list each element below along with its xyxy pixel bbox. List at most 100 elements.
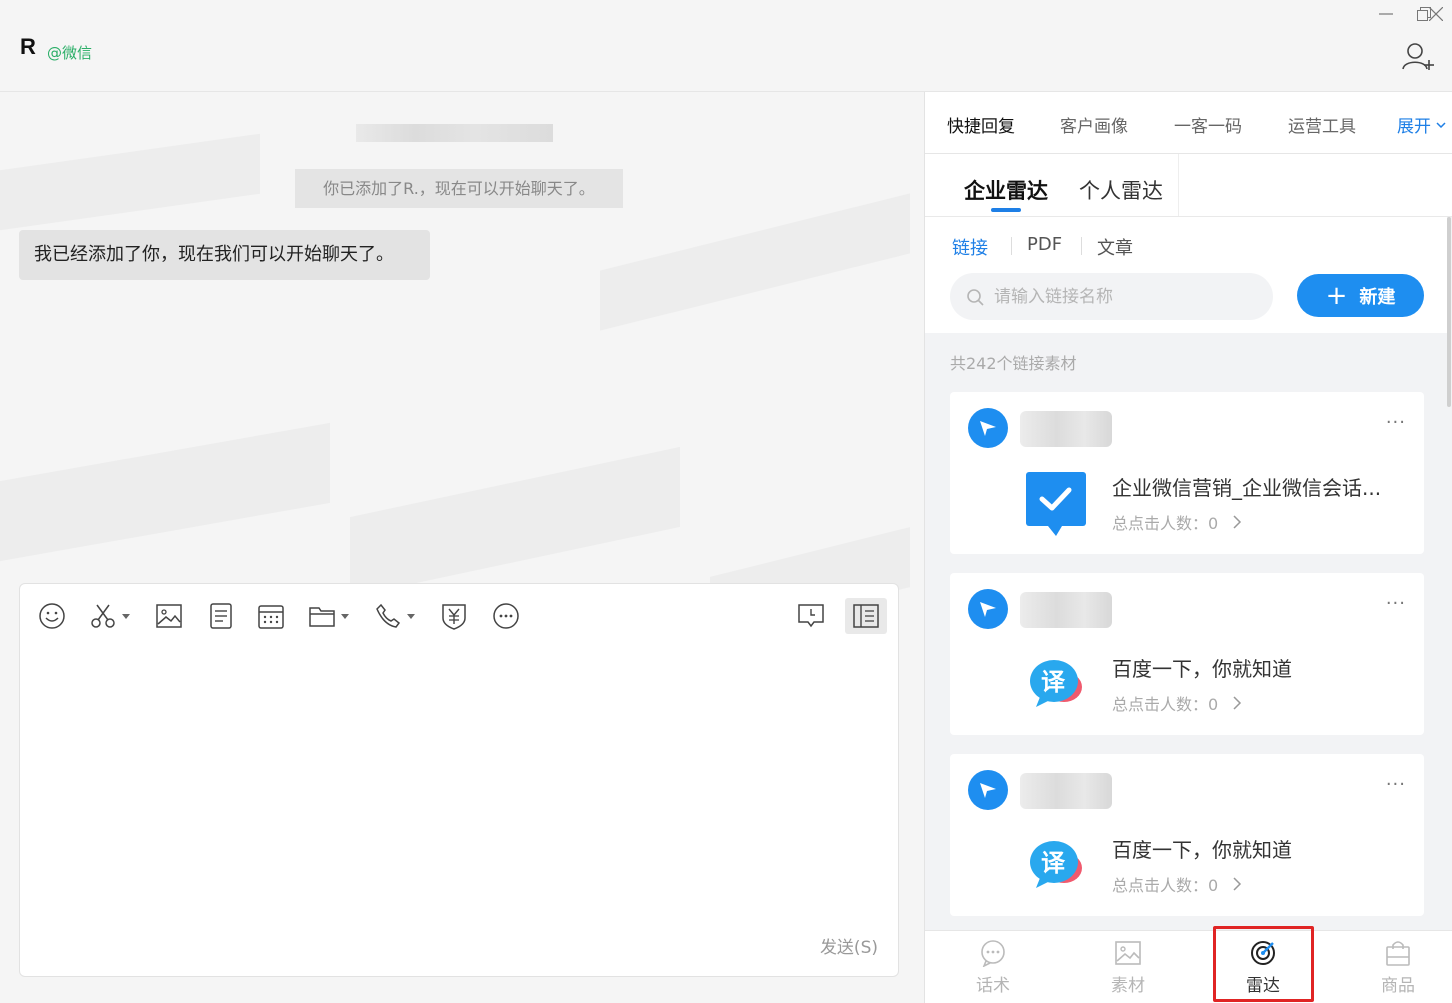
- bottom-nav: 话术 素材 雷达 商品: [925, 926, 1452, 1003]
- contact-source-tag: @微信: [47, 44, 93, 62]
- chat-dots-icon: [981, 940, 1005, 967]
- click-count[interactable]: 总点击人数：0: [1112, 691, 1244, 715]
- add-member-button[interactable]: [1400, 40, 1436, 74]
- click-count[interactable]: 总点击人数：0: [1112, 872, 1244, 896]
- top-tab-bar: 快捷回复 客户画像 一客一码 运营工具 展开: [925, 92, 1452, 154]
- timestamp: [356, 124, 553, 142]
- active-tab-indicator: [991, 208, 1021, 212]
- tab-one-customer-code[interactable]: 一客一码: [1174, 112, 1242, 137]
- share-button[interactable]: [968, 589, 1008, 629]
- send-button[interactable]: 发送(S): [820, 933, 878, 958]
- message-composer[interactable]: 发送(S): [19, 583, 899, 977]
- image-button[interactable]: [156, 598, 182, 634]
- image-icon: [156, 604, 182, 628]
- creator-name: [1020, 411, 1112, 447]
- file-button[interactable]: [309, 598, 349, 634]
- nav-label: 雷达: [1246, 976, 1280, 996]
- history-button[interactable]: [797, 598, 825, 634]
- radar-tab-bar: 企业雷达 个人雷达: [925, 154, 1452, 217]
- creator-name: [1020, 773, 1112, 809]
- tab-customer-profile[interactable]: 客户画像: [1060, 112, 1128, 137]
- blur-patch: [600, 193, 910, 331]
- tab-quick-reply[interactable]: 快捷回复: [947, 112, 1015, 137]
- more-icon: [493, 603, 519, 629]
- emoji-button[interactable]: [38, 598, 66, 634]
- nav-scripts[interactable]: 话术: [953, 939, 1033, 996]
- payment-button[interactable]: [441, 598, 467, 634]
- image-icon: [1115, 941, 1141, 965]
- sidebar-toggle-icon: [853, 604, 879, 628]
- more-options-icon[interactable]: ···: [1386, 412, 1406, 433]
- chevron-down-icon: [1436, 121, 1446, 128]
- message-bubble[interactable]: 我已经添加了你，现在我们可以开始聊天了。: [19, 230, 430, 280]
- screenshot-button[interactable]: [90, 598, 130, 634]
- radar-target-icon: [1251, 941, 1275, 965]
- emoji-icon: [39, 603, 65, 629]
- link-title[interactable]: 百度一下，你就知道: [1112, 653, 1402, 682]
- shopping-bag-icon: [1386, 941, 1410, 966]
- share-button[interactable]: [968, 770, 1008, 810]
- link-title[interactable]: 百度一下，你就知道: [1112, 834, 1402, 863]
- payment-shield-icon: [442, 604, 466, 630]
- nav-label: 商品: [1381, 976, 1415, 996]
- nav-products[interactable]: 商品: [1358, 939, 1438, 996]
- chevron-right-icon: [1233, 877, 1242, 891]
- link-search-box[interactable]: [950, 273, 1273, 320]
- close-button[interactable]: [1420, 0, 1452, 28]
- filter-article[interactable]: 文章: [1097, 234, 1133, 260]
- close-icon: [1429, 7, 1443, 21]
- calendar-button[interactable]: [258, 598, 284, 634]
- add-user-icon: [1402, 43, 1434, 70]
- tab-personal-radar[interactable]: 个人雷达: [1079, 175, 1163, 205]
- chevron-right-icon: [1233, 696, 1242, 710]
- link-card[interactable]: ··· 企业微信营销_企业微信会话... 总点击人数：0: [950, 392, 1424, 554]
- send-arrow-icon: [980, 783, 996, 798]
- search-input[interactable]: [994, 286, 1254, 307]
- wecom-check-icon: [1026, 472, 1086, 536]
- blur-patch: [350, 446, 680, 598]
- blur-patch: [0, 133, 260, 231]
- expand-button[interactable]: 展开: [1397, 112, 1447, 137]
- nav-radar[interactable]: 雷达: [1223, 939, 1303, 996]
- tab-operation-tools[interactable]: 运营工具: [1288, 112, 1356, 137]
- calendar-icon: [258, 605, 284, 629]
- share-button[interactable]: [968, 408, 1008, 448]
- translate-bubble-icon: 译: [1030, 660, 1082, 707]
- system-message: 你已添加了R.，现在可以开始聊天了。: [295, 169, 623, 208]
- filter-link[interactable]: 链接: [952, 234, 988, 260]
- chevron-down-icon: [122, 613, 130, 619]
- material-filter: 链接 PDF 文章 + 新建: [925, 217, 1447, 333]
- blur-patch: [0, 422, 330, 562]
- click-count-label: 总点击人数：0: [1112, 876, 1219, 895]
- chevron-down-icon: [407, 613, 415, 619]
- scrollbar[interactable]: [1447, 217, 1451, 407]
- filter-pdf[interactable]: PDF: [1027, 234, 1062, 255]
- chat-header: R @微信: [0, 0, 1452, 92]
- new-button-label: 新建: [1359, 286, 1396, 308]
- contact-name: R: [20, 34, 36, 59]
- more-tools-button[interactable]: [492, 598, 520, 634]
- divider: [1011, 237, 1012, 255]
- nav-materials[interactable]: 素材: [1088, 939, 1168, 996]
- document-button[interactable]: [209, 598, 233, 634]
- svg-text:译: 译: [1041, 668, 1066, 696]
- more-options-icon[interactable]: ···: [1386, 774, 1406, 795]
- chat-history-icon: [798, 604, 824, 628]
- call-button[interactable]: [375, 598, 415, 634]
- sidebar-toggle-button[interactable]: [845, 598, 887, 634]
- minimize-button[interactable]: [1366, 0, 1406, 28]
- link-card[interactable]: ··· 译 百度一下，你就知道 总点击人数：0: [950, 573, 1424, 735]
- nav-label: 话术: [976, 976, 1010, 996]
- tab-enterprise-radar[interactable]: 企业雷达: [964, 175, 1048, 205]
- more-options-icon[interactable]: ···: [1386, 593, 1406, 614]
- link-card[interactable]: ··· 译 百度一下，你就知道 总点击人数：0: [950, 754, 1424, 916]
- click-count-label: 总点击人数：0: [1112, 514, 1219, 533]
- link-title[interactable]: 企业微信营销_企业微信会话...: [1112, 472, 1402, 501]
- divider: [1081, 237, 1082, 255]
- chevron-down-icon: [341, 613, 349, 619]
- new-link-button[interactable]: + 新建: [1297, 274, 1424, 317]
- phone-icon: [376, 603, 401, 628]
- sidebar-panel: 快捷回复 客户画像 一客一码 运营工具 展开 企业雷达 个人雷达 链接 PDF …: [924, 92, 1452, 1003]
- document-icon: [210, 603, 232, 629]
- click-count[interactable]: 总点击人数：0: [1112, 510, 1244, 534]
